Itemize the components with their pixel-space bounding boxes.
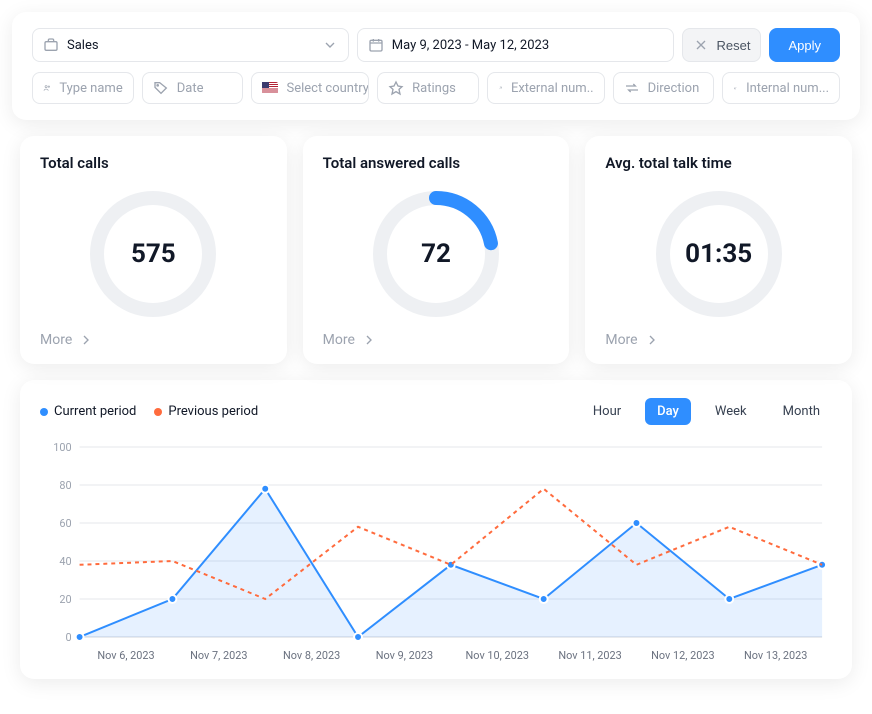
flag-us-icon [262, 82, 278, 94]
reset-label: Reset [717, 38, 751, 53]
arrow-in-icon [733, 80, 738, 96]
svg-text:Nov 7, 2023: Nov 7, 2023 [190, 649, 247, 662]
range-toggle: Hour Day Week Month [581, 398, 832, 425]
card-title: Total answered calls [323, 154, 550, 172]
calendar-icon [368, 37, 384, 53]
toolbar-row-main: Sales May 9, 2023 - May 12, 2023 Reset A… [32, 28, 840, 62]
legend-current: Current period [40, 404, 136, 419]
toolbar: Sales May 9, 2023 - May 12, 2023 Reset A… [12, 12, 860, 120]
user-icon [43, 80, 51, 96]
line-chart: 0 20 40 60 80 100 Nov 6, 2023 Nov 7, 2023 Nov 8,… [40, 437, 832, 667]
chevron-down-icon [322, 37, 338, 53]
svg-text:40: 40 [59, 555, 71, 568]
legend-previous: Previous period [154, 404, 258, 419]
date-range-picker[interactable]: May 9, 2023 - May 12, 2023 [357, 28, 674, 62]
svg-text:Nov 13, 2023: Nov 13, 2023 [744, 649, 807, 662]
svg-text:Nov 8, 2023: Nov 8, 2023 [283, 649, 340, 662]
dot-icon [40, 408, 48, 416]
swap-icon [624, 80, 640, 96]
svg-text:100: 100 [53, 441, 71, 454]
card-total-calls: Total calls 575 More [20, 136, 287, 364]
chart-card: Current period Previous period Hour Day … [20, 380, 852, 679]
dataset-select[interactable]: Sales [32, 28, 349, 62]
svg-text:Nov 6, 2023: Nov 6, 2023 [97, 649, 154, 662]
chevron-right-icon [361, 332, 377, 348]
svg-text:80: 80 [59, 479, 71, 492]
card-answered-calls: Total answered calls 72 More [303, 136, 570, 364]
filter-date-placeholder: Date [177, 81, 204, 96]
gauge: 01:35 [605, 184, 832, 324]
apply-label: Apply [788, 38, 821, 53]
dot-icon [154, 408, 162, 416]
legend-current-label: Current period [54, 404, 136, 419]
svg-text:Nov 10, 2023: Nov 10, 2023 [466, 649, 529, 662]
legend-previous-label: Previous period [168, 404, 258, 419]
filter-direction[interactable]: Direction [613, 72, 715, 104]
card-title: Avg. total talk time [605, 154, 832, 172]
svg-text:Nov 11, 2023: Nov 11, 2023 [558, 649, 621, 662]
chevron-right-icon [78, 332, 94, 348]
svg-text:0: 0 [66, 631, 72, 644]
range-week[interactable]: Week [703, 398, 759, 425]
more-link[interactable]: More [323, 332, 550, 348]
svg-text:20: 20 [59, 593, 71, 606]
toolbar-row-filters: Type name Date Select country Ratings Ex… [32, 72, 840, 104]
reset-button[interactable]: Reset [682, 28, 762, 62]
svg-text:Nov 9, 2023: Nov 9, 2023 [376, 649, 433, 662]
tag-icon [153, 80, 169, 96]
range-month[interactable]: Month [771, 398, 832, 425]
card-value: 01:35 [649, 184, 789, 324]
arrow-out-icon [498, 80, 503, 96]
range-day[interactable]: Day [645, 398, 691, 425]
card-value: 575 [83, 184, 223, 324]
stats-cards: Total calls 575 More Total answered call… [0, 132, 872, 380]
close-icon [693, 37, 709, 53]
filter-internal[interactable]: Internal num... [722, 72, 840, 104]
apply-button[interactable]: Apply [769, 28, 840, 62]
more-label: More [605, 332, 637, 348]
more-link[interactable]: More [40, 332, 267, 348]
filter-direction-placeholder: Direction [648, 81, 700, 96]
filter-ratings-placeholder: Ratings [412, 81, 456, 96]
svg-text:60: 60 [59, 517, 71, 530]
filter-country-placeholder: Select country [286, 81, 368, 96]
more-label: More [323, 332, 355, 348]
more-link[interactable]: More [605, 332, 832, 348]
card-talk-time: Avg. total talk time 01:35 More [585, 136, 852, 364]
gauge: 72 [323, 184, 550, 324]
range-hour[interactable]: Hour [581, 398, 633, 425]
legend: Current period Previous period [40, 404, 258, 419]
filter-external-placeholder: External num.. [511, 81, 594, 96]
filter-external[interactable]: External num.. [487, 72, 605, 104]
filter-internal-placeholder: Internal num... [746, 81, 829, 96]
briefcase-icon [43, 37, 59, 53]
card-title: Total calls [40, 154, 267, 172]
dataset-label: Sales [67, 38, 99, 53]
chevron-right-icon [644, 332, 660, 348]
date-range-label: May 9, 2023 - May 12, 2023 [392, 38, 549, 53]
svg-text:Nov 12, 2023: Nov 12, 2023 [651, 649, 714, 662]
filter-name-placeholder: Type name [59, 81, 122, 96]
filter-country[interactable]: Select country [251, 72, 369, 104]
card-value: 72 [366, 184, 506, 324]
filter-date[interactable]: Date [142, 72, 244, 104]
more-label: More [40, 332, 72, 348]
star-icon [388, 80, 404, 96]
filter-ratings[interactable]: Ratings [377, 72, 479, 104]
filter-name[interactable]: Type name [32, 72, 134, 104]
gauge: 575 [40, 184, 267, 324]
chart-header: Current period Previous period Hour Day … [40, 398, 832, 425]
